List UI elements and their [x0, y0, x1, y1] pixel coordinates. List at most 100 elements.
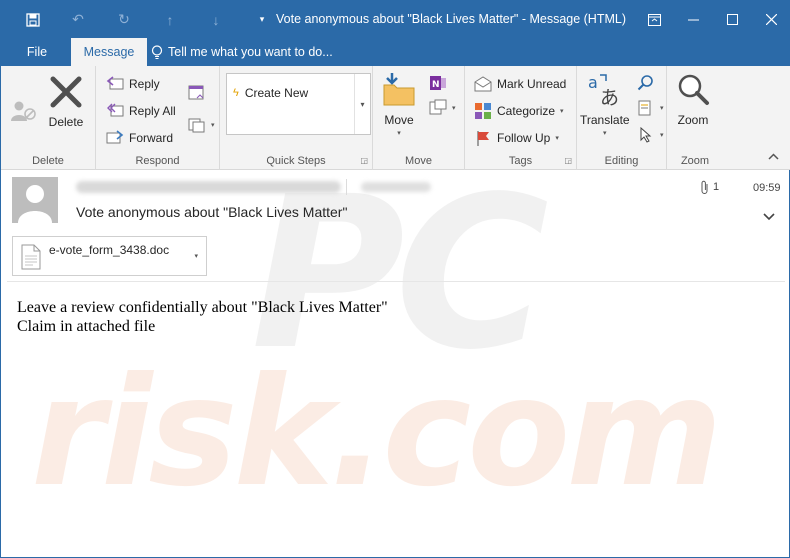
find-button[interactable]	[637, 74, 655, 92]
actions-button[interactable]: ▾	[429, 99, 456, 117]
reply-all-icon	[106, 102, 124, 120]
maximize-icon[interactable]	[713, 1, 752, 38]
quick-steps-group: ϟ Create New ▾ Quick Steps ◲	[220, 66, 373, 170]
zoom-label: Zoom	[677, 113, 709, 127]
mark-unread-button[interactable]: Mark Unread	[474, 75, 566, 93]
undo-icon[interactable]: ↶	[55, 1, 101, 38]
reply-all-label: Reply All	[129, 104, 176, 118]
create-new-quick-step[interactable]: ϟ Create New	[233, 86, 308, 100]
tell-me-label: Tell me what you want to do...	[168, 45, 333, 59]
next-item-icon[interactable]: ↓	[193, 1, 239, 38]
create-new-label: Create New	[244, 86, 309, 100]
delete-button[interactable]: Delete	[46, 72, 86, 129]
envelope-icon	[474, 75, 492, 93]
attachment-chip[interactable]: e-vote_form_3438.doc ▾	[12, 236, 207, 276]
magnifier-icon	[673, 70, 713, 110]
respond-group: Reply Reply All Forward ▾ Respond	[96, 66, 220, 170]
editing-group: aあ Translate ▾ ▾ ▾ Editing	[577, 66, 667, 170]
svg-text:あ: あ	[600, 87, 619, 109]
window-title: Vote anonymous about "Black Lives Matter…	[276, 12, 626, 26]
related-icon	[637, 99, 655, 117]
quick-access-toolbar: ↶ ↻ ↑ ↓ ▾	[11, 1, 285, 38]
attachment-count: 1	[713, 181, 720, 193]
categorize-icon	[474, 102, 492, 120]
attachment-filename: e-vote_form_3438.doc	[49, 243, 170, 257]
sender-address-blurred	[76, 181, 341, 193]
zoom-group-label: Zoom	[680, 155, 710, 167]
follow-up-button[interactable]: Follow Up ▾	[474, 129, 559, 147]
follow-up-label: Follow Up	[497, 131, 551, 145]
actions-icon	[429, 99, 447, 117]
move-label: Move	[384, 113, 414, 127]
recipient-blurred	[361, 182, 431, 192]
attachment-indicator: 1	[701, 180, 719, 194]
cursor-icon	[637, 126, 655, 144]
save-icon[interactable]	[11, 1, 55, 38]
forward-button[interactable]: Forward	[106, 129, 173, 147]
quick-steps-gallery: ϟ Create New ▾	[226, 73, 371, 135]
translate-icon: aあ	[585, 70, 625, 110]
tags-group-label: Tags	[508, 155, 533, 167]
message-body: Leave a review confidentially about "Bla…	[17, 298, 388, 336]
calendar-reply-icon	[188, 84, 206, 102]
redo-icon[interactable]: ↻	[101, 1, 147, 38]
tab-message[interactable]: Message	[71, 38, 147, 66]
paperclip-icon	[701, 180, 708, 194]
zoom-group: Zoom Zoom	[667, 66, 723, 170]
svg-text:a: a	[588, 73, 598, 92]
move-button[interactable]: Move ▾	[379, 70, 419, 137]
forward-label: Forward	[129, 131, 174, 145]
reply-label: Reply	[129, 77, 160, 91]
related-button[interactable]: ▾	[637, 99, 664, 117]
quick-steps-dialog-launcher[interactable]: ◲	[360, 156, 368, 165]
received-time: 09:59	[753, 182, 781, 194]
ribbon-display-options-icon[interactable]	[635, 1, 674, 38]
body-line-1: Leave a review confidentially about "Bla…	[17, 299, 388, 316]
delete-label: Delete	[48, 115, 84, 129]
quick-steps-more-button[interactable]: ▾	[354, 74, 370, 134]
more-respond-icon	[188, 116, 206, 134]
minimize-icon[interactable]	[674, 1, 713, 38]
tell-me-search[interactable]: Tell me what you want to do...	[151, 38, 333, 66]
outlook-message-window: ↶ ↻ ↑ ↓ ▾ Vote anonymous about "Black Li…	[0, 0, 790, 558]
categorize-label: Categorize	[497, 104, 556, 118]
message-subject: Vote anonymous about "Black Lives Matter…	[76, 204, 348, 220]
zoom-button[interactable]: Zoom	[673, 70, 713, 127]
window-controls	[635, 1, 790, 38]
find-icon	[637, 74, 655, 92]
lightbulb-icon	[151, 44, 163, 59]
attachment-dropdown-icon[interactable]: ▾	[194, 252, 198, 260]
watermark-text: risk.com	[31, 346, 723, 520]
expand-header-icon[interactable]	[763, 210, 775, 224]
ribbon: Delete Delete Reply Reply All Forward ▾ …	[1, 66, 790, 170]
select-button[interactable]: ▾	[637, 126, 664, 144]
ignore-button[interactable]	[9, 96, 39, 126]
editing-group-label: Editing	[604, 155, 639, 167]
close-icon[interactable]	[752, 1, 790, 38]
svg-text:N: N	[432, 80, 440, 90]
header-divider	[7, 281, 785, 282]
previous-item-icon[interactable]: ↑	[147, 1, 193, 38]
reply-icon	[106, 75, 124, 93]
tab-file[interactable]: File	[11, 38, 63, 66]
reply-button[interactable]: Reply	[106, 75, 160, 93]
lightning-icon: ϟ	[233, 87, 239, 99]
sender-avatar	[12, 177, 58, 223]
translate-label: Translate	[580, 113, 630, 127]
categorize-button[interactable]: Categorize ▾	[474, 102, 564, 120]
body-line-2: Claim in attached file	[17, 318, 156, 335]
reply-all-button[interactable]: Reply All	[106, 102, 176, 120]
collapse-ribbon-icon[interactable]	[768, 151, 779, 163]
meeting-reply-button[interactable]	[188, 84, 206, 102]
tags-group: Mark Unread Categorize ▾ Follow Up ▾ Tag…	[465, 66, 577, 170]
onenote-button[interactable]: N	[429, 74, 447, 92]
more-respond-button[interactable]: ▾	[188, 116, 215, 134]
tags-dialog-launcher[interactable]: ◲	[564, 156, 572, 165]
ignore-people-icon	[9, 96, 39, 126]
title-bar: ↶ ↻ ↑ ↓ ▾ Vote anonymous about "Black Li…	[1, 1, 790, 38]
translate-button[interactable]: aあ Translate ▾	[580, 70, 630, 137]
document-icon	[21, 244, 41, 270]
onenote-icon: N	[429, 74, 447, 92]
move-group: Move ▾ N ▾ Move	[373, 66, 465, 170]
move-folder-icon	[379, 70, 419, 110]
